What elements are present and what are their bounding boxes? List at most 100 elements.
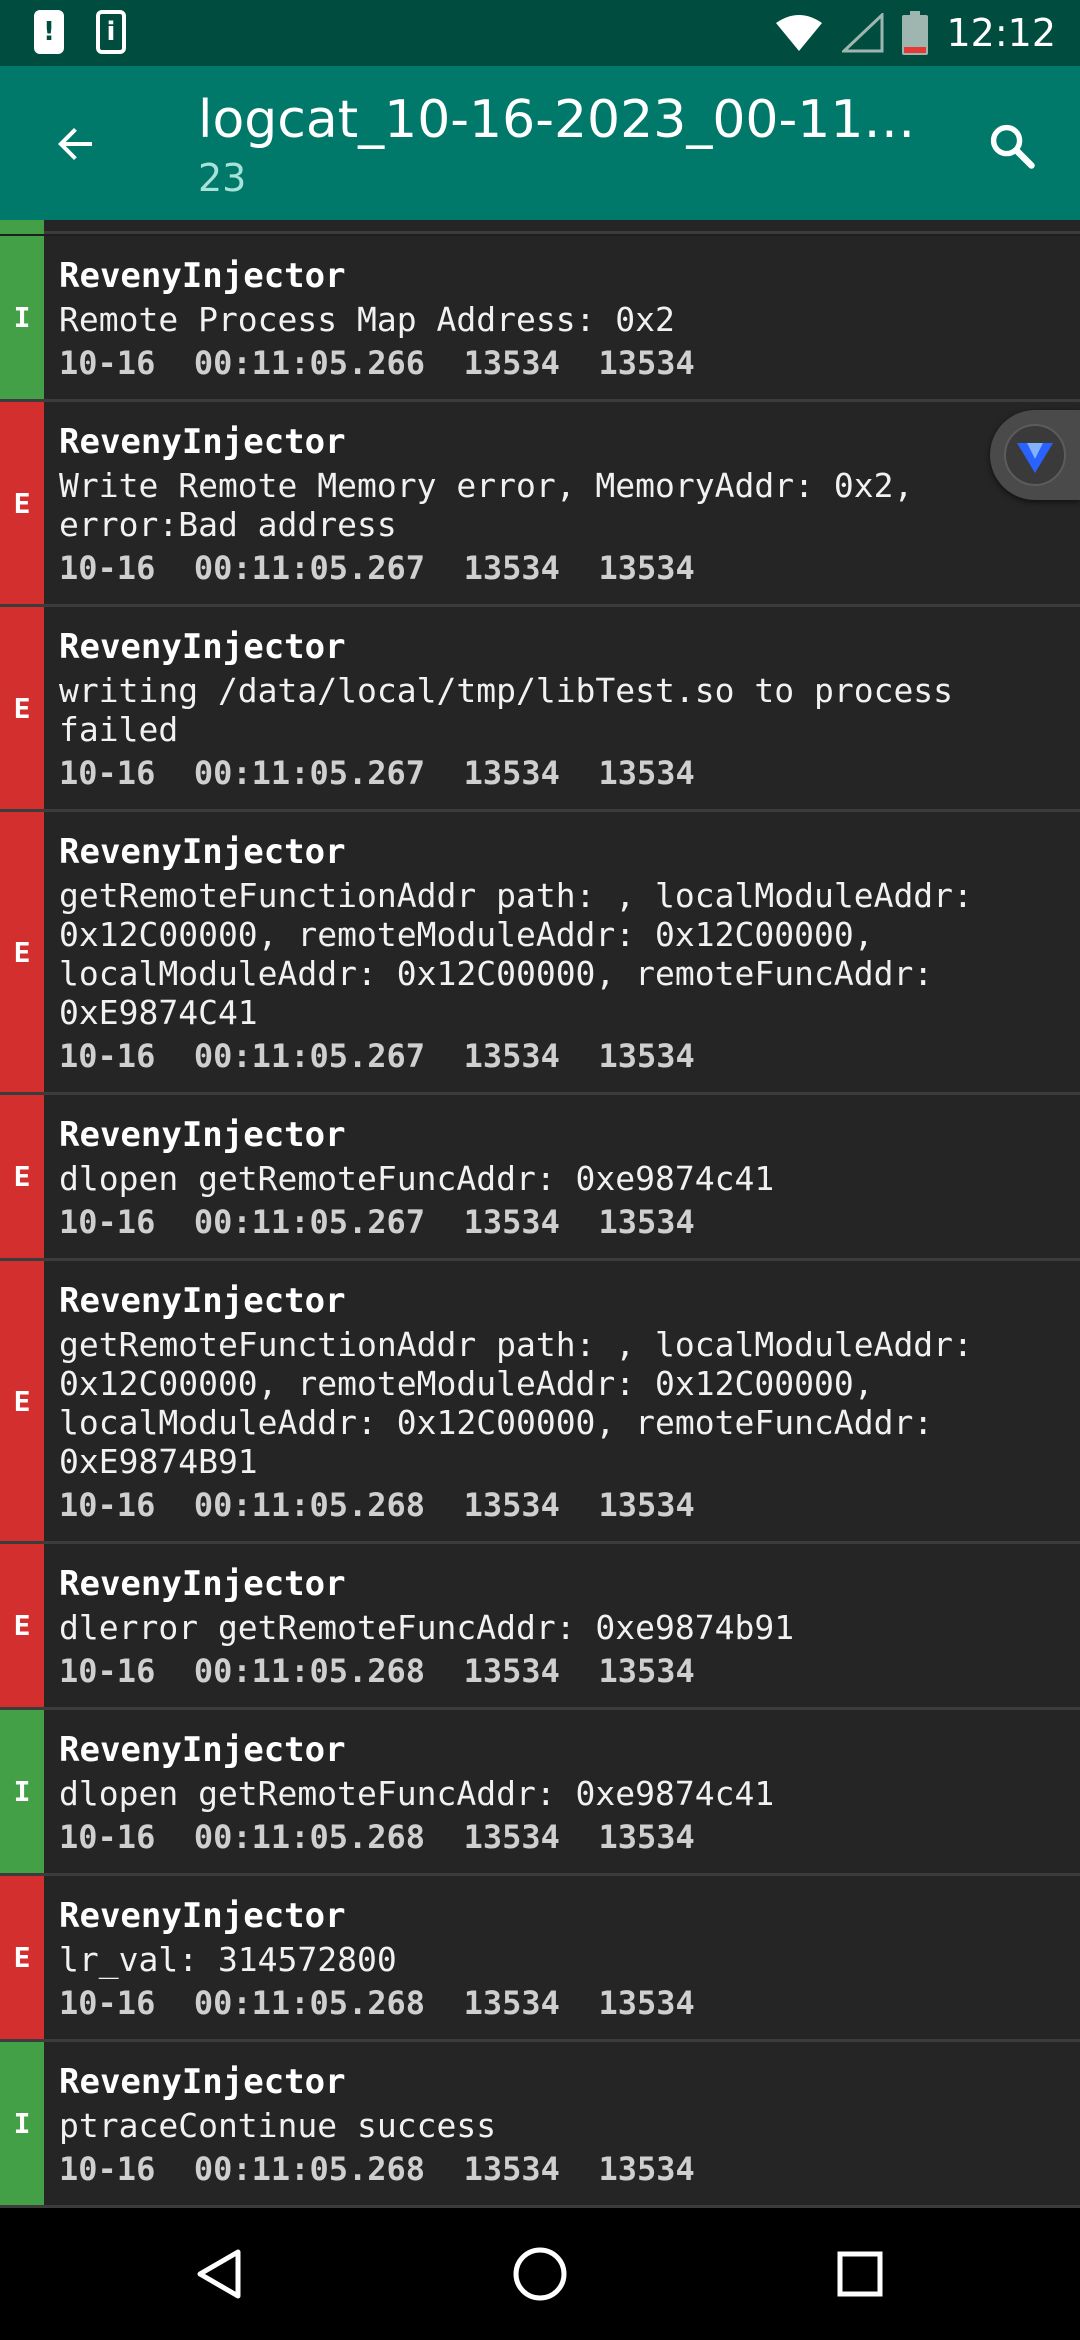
nav-home-button[interactable] [500, 2234, 580, 2314]
log-message: dlerror getRemoteFuncAddr: 0xe9874b91 [59, 1608, 795, 1647]
log-entry: RevenyInjector getRemoteFunctionAddr path… [44, 812, 1080, 1092]
log-date: 10-16 [59, 1984, 156, 2022]
log-tid: 13534 [598, 1818, 695, 1856]
log-row[interactable]: E RevenyInjector dlopen getRemoteFuncAddr:… [0, 1095, 1080, 1261]
status-bar: ! i 12:12 [0, 0, 1080, 66]
log-date: 10-16 [59, 1486, 156, 1524]
log-row[interactable]: E RevenyInjector lr_val: 314572800 10-16 00… [0, 1876, 1080, 2042]
search-button[interactable] [976, 110, 1048, 182]
v-logo-icon [1004, 424, 1066, 486]
log-time: 00:11:05.268 [193, 1486, 426, 1524]
log-tag: RevenyInjector [59, 1564, 346, 1604]
log-pid: 13534 [463, 754, 560, 792]
cellular-signal-icon [842, 13, 884, 53]
log-tid: 13534 [598, 2150, 695, 2188]
log-list[interactable]: I RevenyInjector Remote Process Map Addres… [0, 220, 1080, 2208]
title-block: logcat_10-16-2023_00-11-3... 23 [198, 88, 918, 202]
log-message: getRemoteFunctionAddr path: , localModul… [59, 876, 973, 1032]
log-entry: RevenyInjector dlopen getRemoteFuncAddr: … [44, 1710, 1080, 1873]
page-title: logcat_10-16-2023_00-11-3... [198, 90, 918, 150]
log-time: 00:11:05.268 [193, 2150, 426, 2188]
log-time: 00:11:05.267 [193, 1037, 426, 1075]
nav-back-icon [197, 2249, 241, 2299]
log-row[interactable]: E RevenyInjector dlerror getRemoteFuncAddr… [0, 1544, 1080, 1710]
log-level-badge: E [0, 607, 44, 809]
log-entry: RevenyInjector dlerror getRemoteFuncAddr:… [44, 1544, 1080, 1707]
log-entry: RevenyInjector Remote Process Map Address… [44, 236, 1080, 399]
log-meta: 10-16 00:11:05.266 13534 13534 [59, 343, 1064, 383]
log-row[interactable]: E RevenyInjector Write Remote Memory error… [0, 402, 1080, 607]
log-time: 00:11:05.266 [193, 344, 426, 382]
log-tid: 13534 [598, 344, 695, 382]
floating-overlay-button[interactable] [990, 410, 1080, 500]
log-pid: 13534 [463, 1203, 560, 1241]
log-tag: RevenyInjector [59, 2062, 346, 2102]
log-pid: 13534 [463, 1818, 560, 1856]
log-meta: 10-16 00:11:05.267 13534 13534 [59, 753, 1064, 793]
log-tid: 13534 [598, 754, 695, 792]
log-tag: RevenyInjector [59, 1896, 346, 1936]
log-time: 00:11:05.268 [193, 1818, 426, 1856]
log-meta: 10-16 00:11:05.268 13534 13534 [59, 2149, 1064, 2189]
log-pid: 13534 [463, 549, 560, 587]
log-date: 10-16 [59, 1818, 156, 1856]
log-tag: RevenyInjector [59, 627, 346, 667]
status-right: 12:12 [774, 0, 1056, 66]
log-message: getRemoteFunctionAddr path: , localModul… [59, 1325, 973, 1481]
log-message: dlopen getRemoteFuncAddr: 0xe9874c41 [59, 1159, 775, 1198]
log-level-badge: E [0, 1261, 44, 1541]
log-pid: 13534 [463, 1486, 560, 1524]
log-date: 10-16 [59, 344, 156, 382]
log-tid: 13534 [598, 549, 695, 587]
log-entry: RevenyInjector lr_val: 314572800 10-16 00:… [44, 1876, 1080, 2039]
log-row[interactable]: I RevenyInjector ptraceContinue success 10-… [0, 2042, 1080, 2208]
log-date: 10-16 [59, 1037, 156, 1075]
log-meta: 10-16 00:11:05.267 13534 13534 [59, 1202, 1064, 1242]
notification-icons: ! i [34, 10, 126, 54]
log-tag: RevenyInjector [59, 1730, 346, 1770]
log-entry: RevenyInjector writing /data/local/tmp/li… [44, 607, 1080, 809]
log-entry: RevenyInjector getRemoteFunctionAddr path… [44, 1261, 1080, 1541]
log-pid: 13534 [463, 2150, 560, 2188]
log-row-partial [0, 220, 1080, 234]
log-tag: RevenyInjector [59, 1115, 346, 1155]
log-level-badge: E [0, 402, 44, 604]
log-message: Write Remote Memory error, MemoryAddr: 0… [59, 466, 914, 544]
log-level-badge: E [0, 1876, 44, 2039]
log-row[interactable]: E RevenyInjector getRemoteFunctionAddr pat… [0, 1261, 1080, 1544]
log-date: 10-16 [59, 2150, 156, 2188]
log-tag: RevenyInjector [59, 1281, 346, 1321]
log-meta: 10-16 00:11:05.267 13534 13534 [59, 548, 1064, 588]
app-bar: logcat_10-16-2023_00-11-3... 23 [0, 66, 1080, 220]
nav-back-button[interactable] [180, 2234, 260, 2314]
nav-recents-icon [837, 2251, 883, 2297]
log-message: dlopen getRemoteFuncAddr: 0xe9874c41 [59, 1774, 775, 1813]
log-date: 10-16 [59, 754, 156, 792]
log-time: 00:11:05.268 [193, 1652, 426, 1690]
log-date: 10-16 [59, 549, 156, 587]
log-pid: 13534 [463, 1652, 560, 1690]
arrow-back-icon [58, 128, 92, 160]
log-tid: 13534 [598, 1486, 695, 1524]
log-tag: RevenyInjector [59, 256, 346, 296]
log-level-badge: E [0, 1095, 44, 1258]
log-row[interactable]: I RevenyInjector dlopen getRemoteFuncAddr:… [0, 1710, 1080, 1876]
log-row[interactable]: E RevenyInjector getRemoteFunctionAddr pat… [0, 812, 1080, 1095]
log-meta: 10-16 00:11:05.267 13534 13534 [59, 1036, 1064, 1076]
log-row[interactable]: I RevenyInjector Remote Process Map Addres… [0, 236, 1080, 402]
log-level-badge: I [0, 2042, 44, 2205]
log-time: 00:11:05.268 [193, 1984, 426, 2022]
log-date: 10-16 [59, 1652, 156, 1690]
log-row[interactable]: E RevenyInjector writing /data/local/tmp/l… [0, 607, 1080, 812]
alert-notification-icon: ! [34, 10, 64, 54]
log-date: 10-16 [59, 1203, 156, 1241]
log-level-badge: E [0, 1544, 44, 1707]
nav-recents-button[interactable] [820, 2234, 900, 2314]
log-meta: 10-16 00:11:05.268 13534 13534 [59, 1983, 1064, 2023]
log-time: 00:11:05.267 [193, 1203, 426, 1241]
log-level-badge: I [0, 1710, 44, 1873]
log-message: lr_val: 314572800 [59, 1940, 397, 1979]
log-meta: 10-16 00:11:05.268 13534 13534 [59, 1817, 1064, 1857]
back-button[interactable] [40, 108, 112, 180]
log-meta: 10-16 00:11:05.268 13534 13534 [59, 1651, 1064, 1691]
